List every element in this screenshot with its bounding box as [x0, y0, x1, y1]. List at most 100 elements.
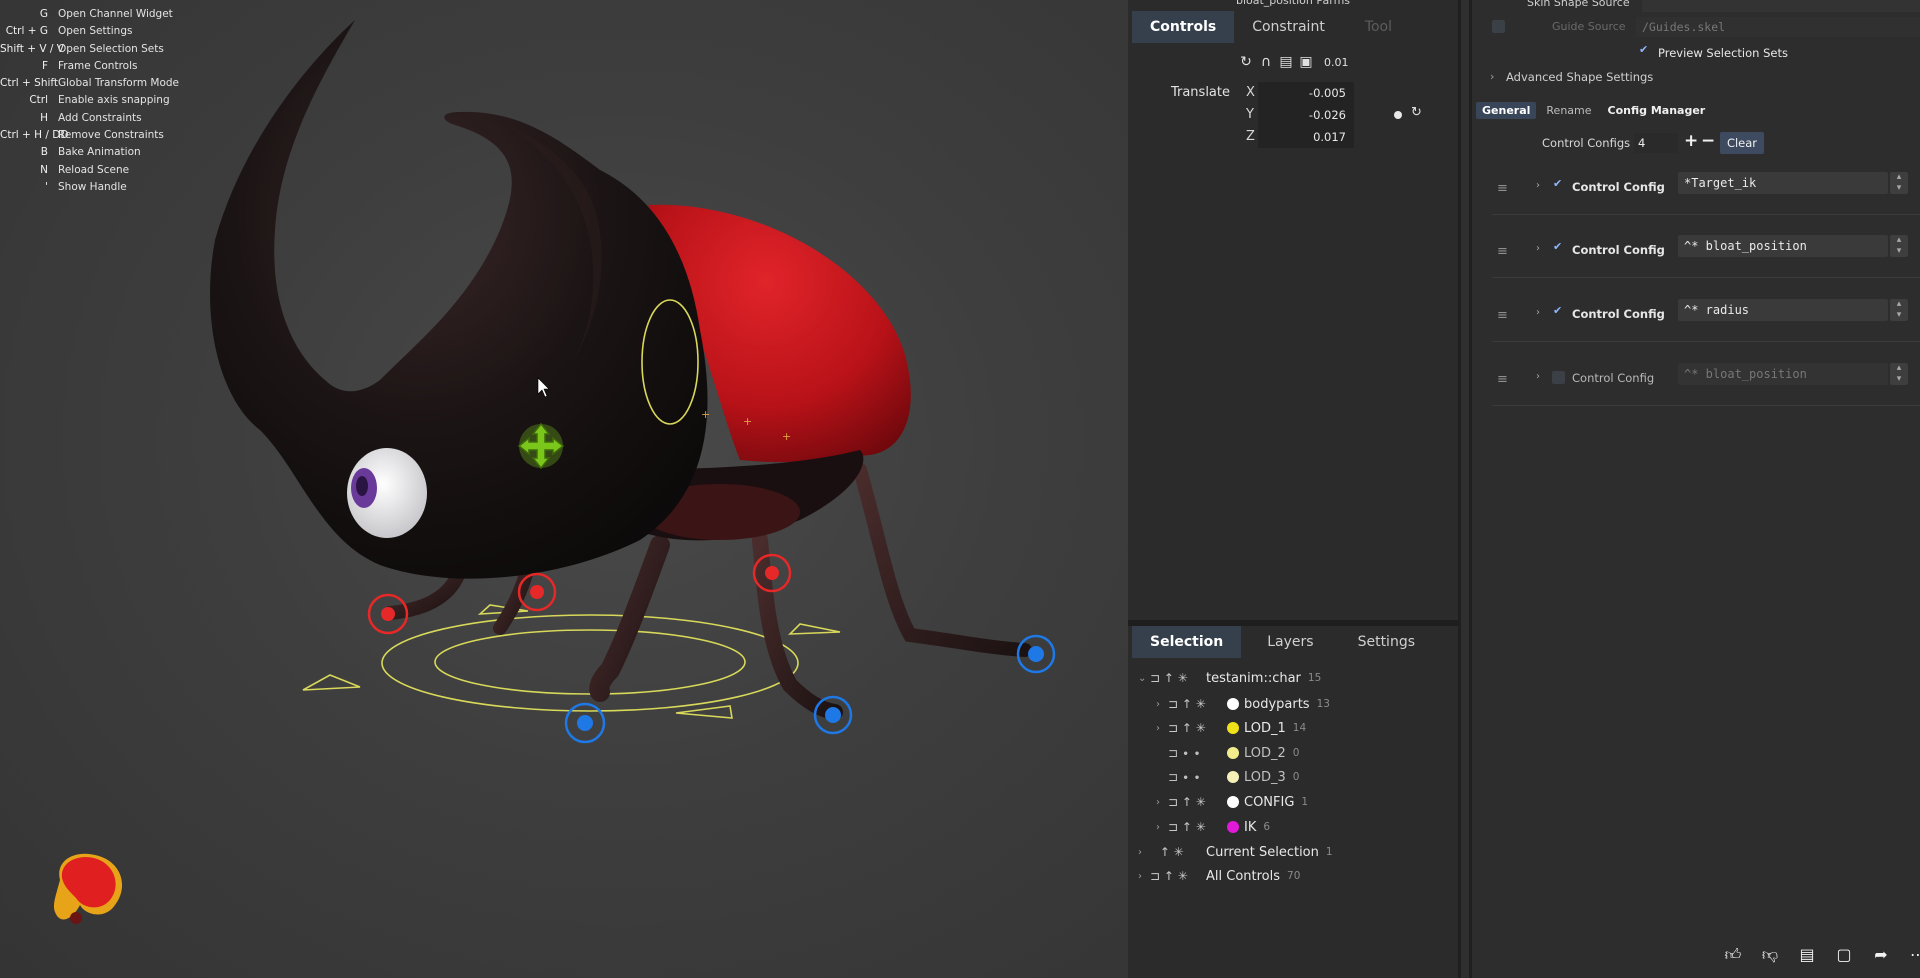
tree-row-label: All Controls: [1206, 868, 1281, 884]
translate-y-row: Y -0.026 ↻: [1128, 104, 1458, 126]
hotkey-key: Ctrl + Shift: [0, 77, 59, 90]
remove-icon[interactable]: −: [1701, 131, 1715, 151]
spinner-arrows-icon[interactable]: ▴ ▾: [1890, 363, 1908, 385]
subtab-rename[interactable]: Rename: [1540, 102, 1597, 119]
hotkey-row: Shift + V / V Open Selection Sets: [0, 41, 200, 58]
tree-row[interactable]: › ⊐ ↑ ✳ IK 6: [1156, 815, 1270, 839]
visibility-pick-icons[interactable]: ⊐ ↑ ✳: [1168, 697, 1224, 711]
clear-button[interactable]: Clear: [1720, 132, 1764, 154]
control-config-row: ≡ › Control Config ^* bloat_position▴▾: [1472, 231, 1920, 278]
row-divider: [1492, 214, 1920, 215]
translate-x-field[interactable]: -0.005: [1258, 82, 1354, 104]
guide-source-checkbox[interactable]: [1492, 20, 1505, 33]
hotkey-row: G Open Channel Widget: [0, 6, 200, 23]
share-icon[interactable]: ➦: [1870, 944, 1892, 966]
expand-chevron-icon[interactable]: ⌄: [1138, 673, 1150, 684]
chevron-right-icon[interactable]: ›: [1536, 180, 1540, 191]
chevron-right-icon[interactable]: ›: [1536, 307, 1540, 318]
visibility-pick-icons[interactable]: ⊐ ↑ ✳: [1150, 671, 1206, 685]
reset-icon[interactable]: ↻: [1238, 54, 1254, 70]
expand-chevron-icon[interactable]: ›: [1138, 847, 1150, 858]
preview-selection-sets-checkbox[interactable]: [1638, 43, 1651, 59]
config-enabled-checkbox[interactable]: [1552, 240, 1565, 256]
spinner-arrows-icon[interactable]: ▴ ▾: [1890, 235, 1908, 257]
add-icon[interactable]: +: [1684, 131, 1698, 151]
keyframe-dot-icon[interactable]: [1394, 111, 1402, 119]
config-pattern-field[interactable]: ^* bloat_position: [1678, 363, 1888, 385]
expand-chevron-icon[interactable]: ›: [1156, 797, 1168, 808]
step-value[interactable]: 0.01: [1324, 56, 1349, 69]
drag-handle-icon[interactable]: ≡: [1497, 372, 1508, 387]
visibility-pick-icons[interactable]: ⊐ ↑ ✳: [1168, 820, 1224, 834]
tab-controls[interactable]: Controls: [1132, 11, 1235, 43]
config-enabled-checkbox[interactable]: [1552, 371, 1565, 384]
tree-row[interactable]: › ↑ ✳ Current Selection 1: [1138, 840, 1333, 864]
translate-z-field[interactable]: 0.017: [1258, 126, 1354, 148]
beetle-head: [210, 20, 708, 579]
tab-layers[interactable]: Layers: [1241, 626, 1339, 658]
config-enabled-checkbox[interactable]: [1552, 304, 1565, 320]
chevron-right-icon[interactable]: ›: [1536, 371, 1540, 382]
visibility-pick-icons[interactable]: ⊐ ↑ ✳: [1150, 869, 1206, 883]
comment-icon[interactable]: ▤: [1796, 944, 1818, 966]
copy-icon[interactable]: ▤: [1278, 54, 1294, 70]
drag-handle-icon[interactable]: ≡: [1497, 308, 1508, 323]
skin-shape-source-field[interactable]: [1642, 0, 1920, 12]
3d-viewport[interactable]: + + + G Open Channel Widget Ctrl + G Open S…: [0, 0, 1128, 978]
tree-row[interactable]: › ⊐ ↑ ✳ CONFIG 1: [1156, 790, 1308, 814]
drag-handle-icon[interactable]: ≡: [1497, 181, 1508, 196]
hotkey-action: Bake Animation: [58, 146, 141, 159]
vertical-splitter[interactable]: [1458, 0, 1472, 978]
like-icon[interactable]: 👍︎: [1722, 944, 1744, 966]
expand-chevron-icon[interactable]: ›: [1138, 871, 1150, 882]
tree-row[interactable]: › ⊐ ↑ ✳ LOD_1 14: [1156, 716, 1306, 740]
subtab-general[interactable]: General: [1476, 102, 1537, 119]
spinner-arrows-icon[interactable]: ▴ ▾: [1890, 172, 1908, 194]
config-pattern-field[interactable]: *Target_ik: [1678, 172, 1888, 194]
magnet-icon[interactable]: ∩: [1258, 54, 1274, 70]
drag-handle-icon[interactable]: ≡: [1497, 244, 1508, 259]
dislike-icon[interactable]: 👎︎: [1759, 944, 1781, 966]
tab-selection[interactable]: Selection: [1132, 626, 1242, 658]
visibility-pick-icons[interactable]: ⊐ ↑ ✳: [1168, 721, 1224, 735]
guide-arrow-bottom: [675, 705, 733, 719]
chevron-right-icon[interactable]: ›: [1490, 70, 1494, 83]
control-configs-count[interactable]: 4: [1634, 133, 1678, 153]
reset-value-icon[interactable]: ↻: [1411, 105, 1422, 120]
guide-source-field[interactable]: /Guides.skel: [1636, 17, 1920, 37]
paste-icon[interactable]: ▣: [1298, 54, 1314, 70]
visibility-pick-icons[interactable]: ⊐ ∙ ∙: [1168, 746, 1224, 760]
subtab-config-manager[interactable]: Config Manager: [1602, 102, 1712, 119]
visibility-pick-icons[interactable]: ↑ ✳: [1150, 845, 1206, 859]
tree-row[interactable]: › ⊐ ↑ ✳ All Controls 70: [1138, 864, 1300, 888]
expand-chevron-icon[interactable]: ›: [1156, 699, 1168, 710]
chevron-right-icon[interactable]: ›: [1536, 243, 1540, 254]
tree-row[interactable]: ⌄ ⊐ ↑ ✳ testanim::char 15: [1138, 666, 1321, 690]
config-pattern-field[interactable]: ^* bloat_position: [1678, 235, 1888, 257]
chat-icon[interactable]: ▢: [1833, 944, 1855, 966]
axis-y-label: Y: [1246, 107, 1254, 122]
tree-row-label: CONFIG: [1244, 794, 1295, 810]
translate-y-field[interactable]: -0.026: [1258, 104, 1354, 126]
config-label: Control Config: [1572, 243, 1665, 257]
visibility-pick-icons[interactable]: ⊐ ↑ ✳: [1168, 795, 1224, 809]
tab-constraint[interactable]: Constraint: [1234, 11, 1343, 43]
group-color-dot: [1227, 747, 1239, 759]
tab-settings[interactable]: Settings: [1340, 626, 1433, 658]
config-pattern-field[interactable]: ^* radius: [1678, 299, 1888, 321]
tree-row[interactable]: ⊐ ∙ ∙ LOD_2 0: [1156, 741, 1299, 765]
hotkey-action: Show Handle: [58, 180, 127, 193]
tree-row[interactable]: › ⊐ ↑ ✳ bodyparts 13: [1156, 692, 1330, 716]
hotkey-action: Open Channel Widget: [58, 8, 173, 20]
hotkey-row: B Bake Animation: [0, 144, 200, 161]
advanced-shape-settings[interactable]: Advanced Shape Settings: [1506, 70, 1653, 84]
expand-chevron-icon[interactable]: ›: [1156, 723, 1168, 734]
config-enabled-checkbox[interactable]: [1552, 177, 1565, 193]
spinner-arrows-icon[interactable]: ▴ ▾: [1890, 299, 1908, 321]
preview-selection-sets-label: Preview Selection Sets: [1658, 46, 1788, 60]
tree-row[interactable]: ⊐ ∙ ∙ LOD_3 0: [1156, 765, 1299, 789]
visibility-pick-icons[interactable]: ⊐ ∙ ∙: [1168, 770, 1224, 784]
expand-chevron-icon[interactable]: ›: [1156, 822, 1168, 833]
hotkey-row: Ctrl + H / DD Remove Constraints: [0, 127, 200, 144]
more-icon[interactable]: ⋯: [1907, 944, 1920, 966]
